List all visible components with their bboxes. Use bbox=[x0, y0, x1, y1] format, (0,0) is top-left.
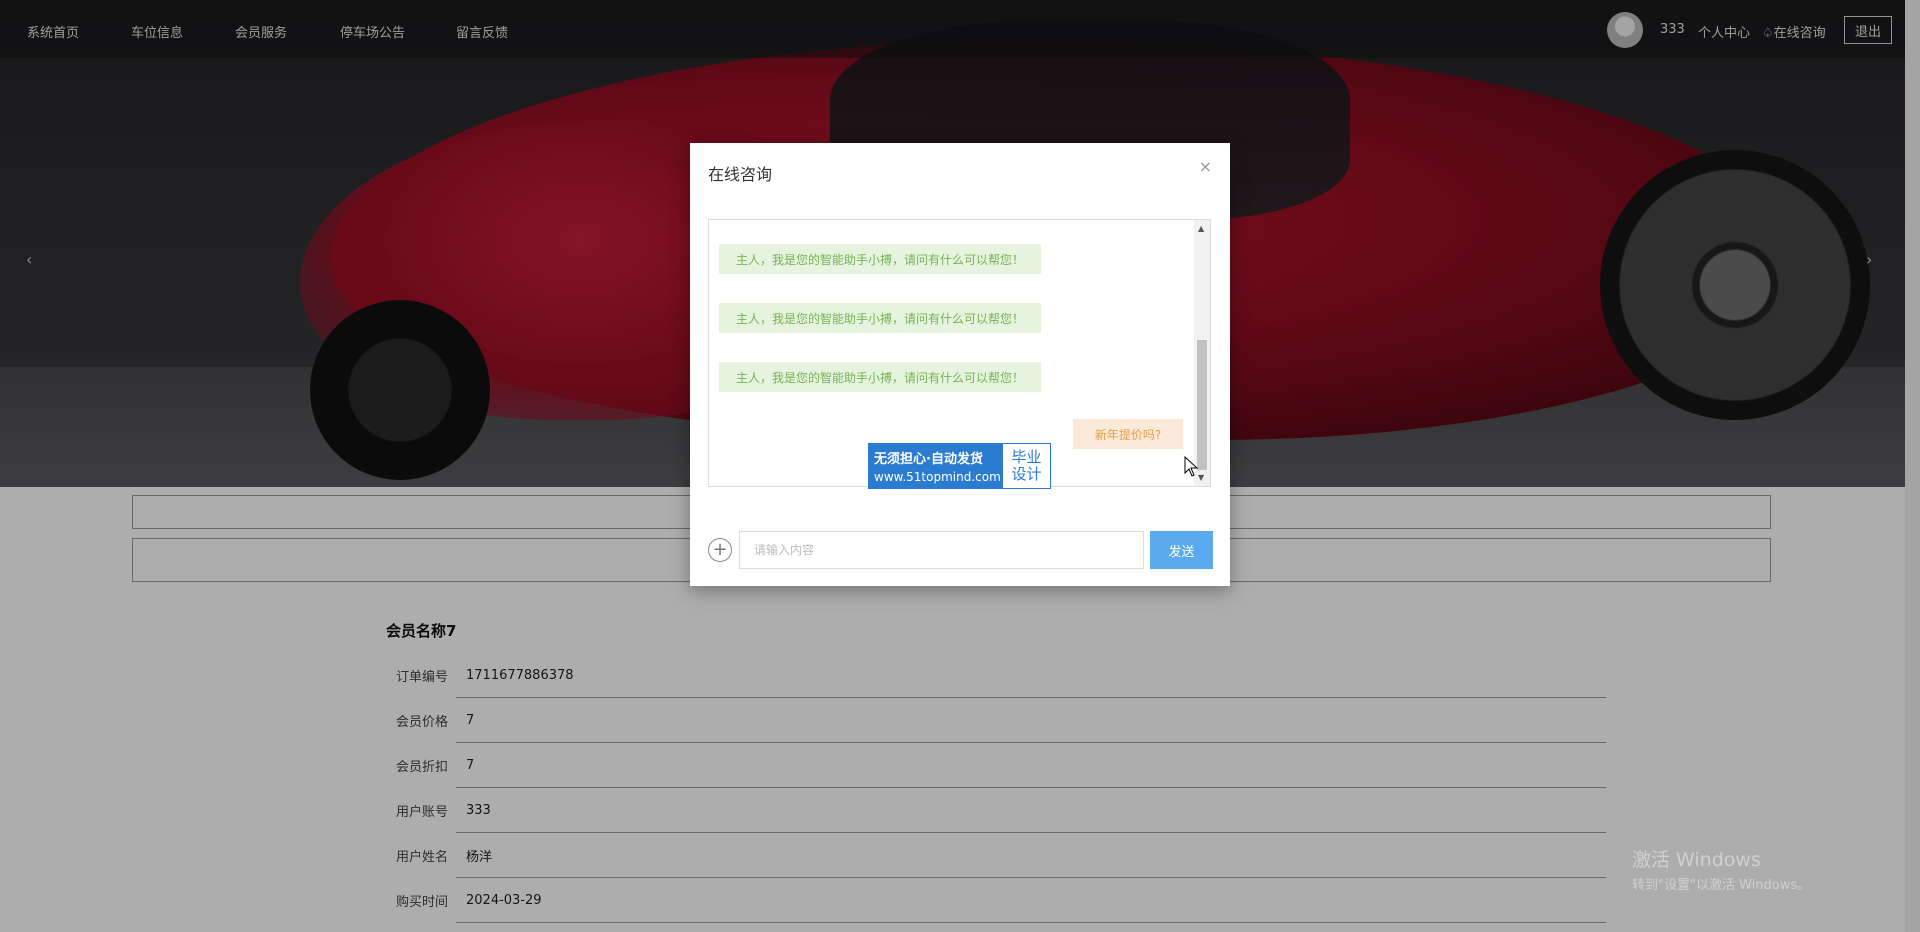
promo-tag-line2: 设计 bbox=[1011, 465, 1042, 483]
promo-text: 无须担心·自动发货 www.51topmind.com bbox=[869, 444, 1003, 488]
user-message: 新年提价吗? bbox=[1073, 419, 1183, 449]
chat-input-row: + 发送 bbox=[708, 531, 1213, 569]
promo-badge[interactable]: 无须担心·自动发货 www.51topmind.com 毕业 设计 bbox=[868, 443, 1051, 489]
mouse-cursor-icon bbox=[1184, 456, 1199, 477]
bot-message: 主人，我是您的智能助手小搏，请问有什么可以帮您！ bbox=[719, 244, 1041, 274]
promo-line2: www.51topmind.com bbox=[874, 470, 1001, 484]
close-icon[interactable]: × bbox=[1199, 157, 1212, 176]
promo-line1: 无须担心·自动发货 bbox=[874, 452, 983, 467]
windows-activation-watermark: 激活 Windows 转到"设置"以激活 Windows。 bbox=[1632, 845, 1810, 893]
add-icon[interactable]: + bbox=[708, 538, 732, 562]
message-input[interactable] bbox=[739, 531, 1144, 569]
scrollbar-thumb[interactable] bbox=[1197, 340, 1207, 470]
scroll-up-icon[interactable]: ▲ bbox=[1198, 224, 1204, 233]
watermark-line1: 激活 Windows bbox=[1632, 849, 1761, 871]
chat-scrollbar[interactable]: ▲ ▼ bbox=[1194, 220, 1210, 486]
bot-message: 主人，我是您的智能助手小搏，请问有什么可以帮您！ bbox=[719, 303, 1041, 333]
dialog-title: 在线咨询 bbox=[708, 165, 773, 184]
promo-tag: 毕业 设计 bbox=[1003, 444, 1050, 488]
bot-message: 主人，我是您的智能助手小搏，请问有什么可以帮您！ bbox=[719, 362, 1041, 392]
watermark-line2: 转到"设置"以激活 Windows。 bbox=[1632, 878, 1811, 893]
send-button[interactable]: 发送 bbox=[1150, 531, 1213, 569]
promo-tag-line1: 毕业 bbox=[1011, 448, 1042, 466]
online-consult-dialog: 在线咨询 × 主人，我是您的智能助手小搏，请问有什么可以帮您！ 主人，我是您的智… bbox=[690, 143, 1230, 586]
